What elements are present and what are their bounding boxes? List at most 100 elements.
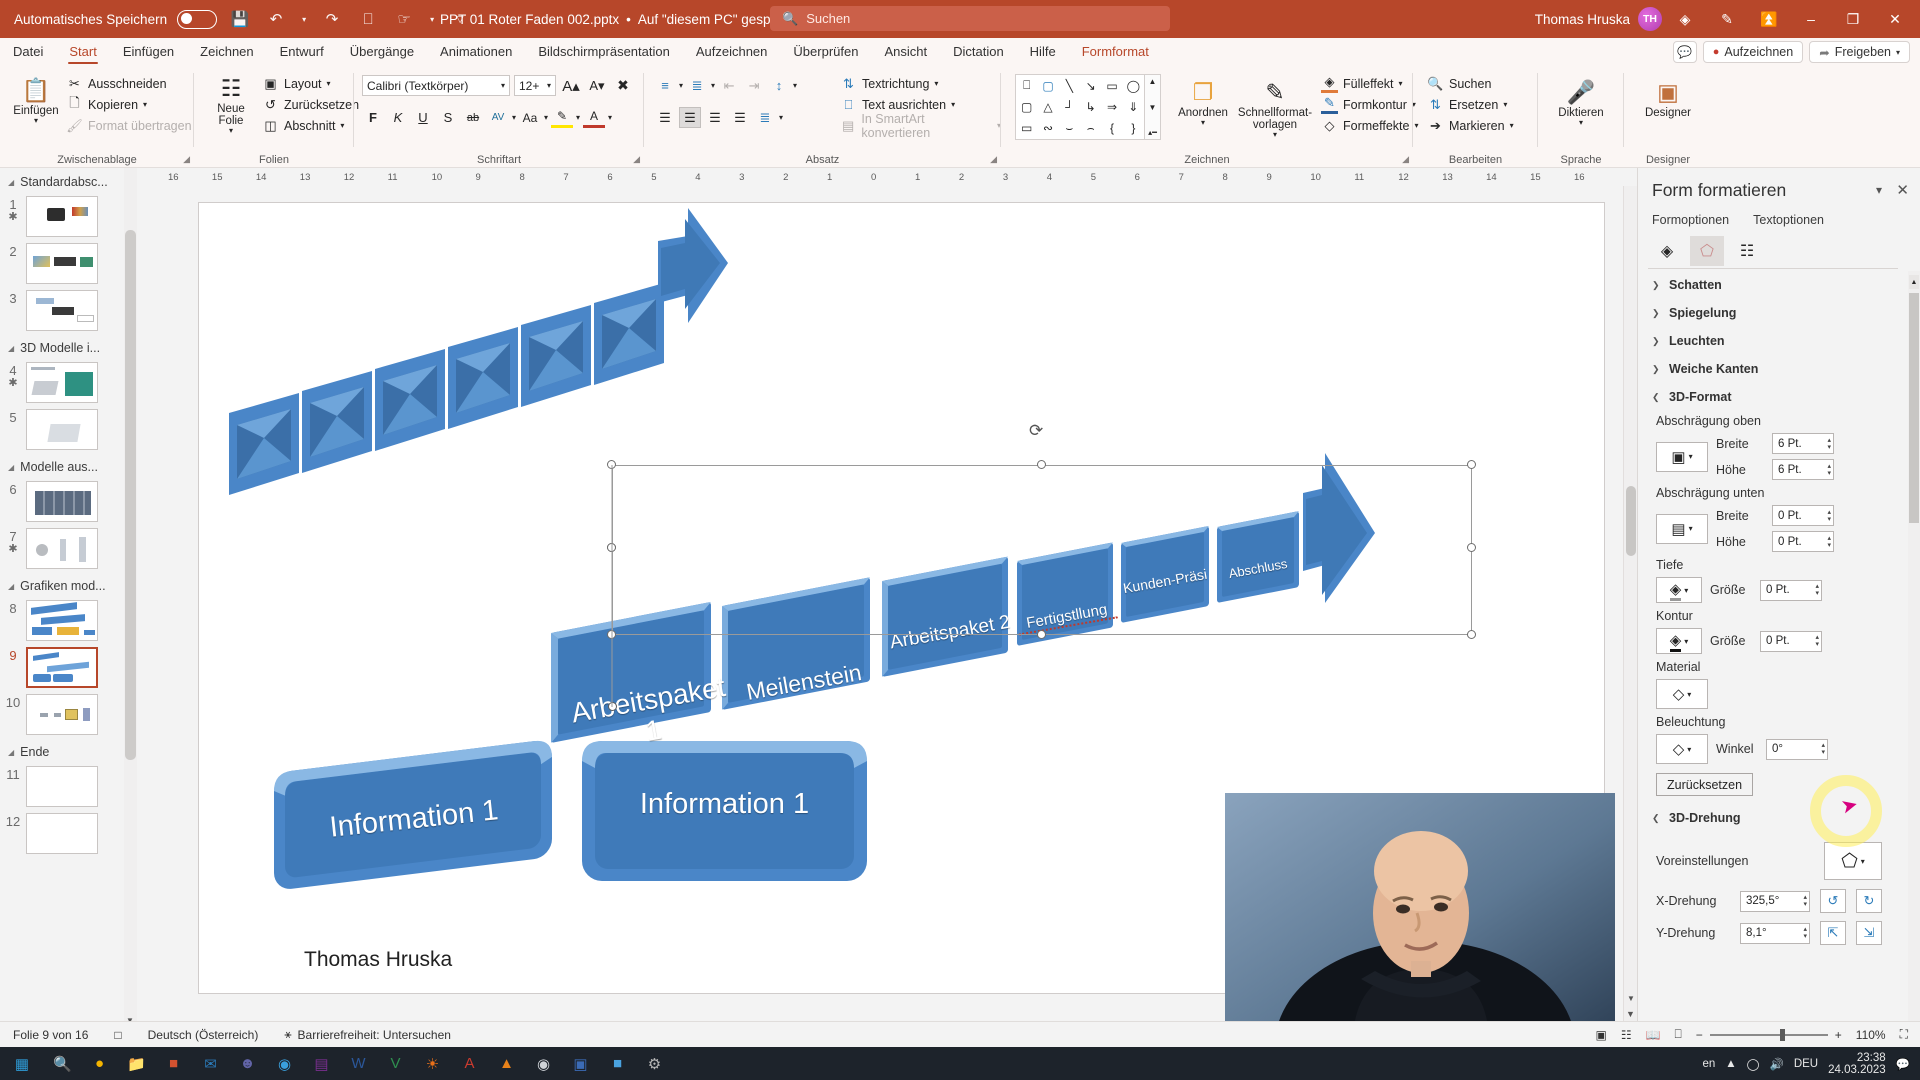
tab-bildschirmpraesentation[interactable]: Bildschirmpräsentation xyxy=(525,41,683,65)
tab-start[interactable]: Start xyxy=(56,41,109,65)
redo-icon[interactable]: ↷ xyxy=(319,6,345,32)
tab-uebergaenge[interactable]: Übergänge xyxy=(337,41,427,65)
columns-button[interactable]: ≣ xyxy=(754,107,776,128)
format-pane-body[interactable]: ❯ Schatten ❯ Spiegelung ❯ Leuchten ❯ Wei… xyxy=(1638,271,1908,1047)
slide-scroll-thumb[interactable] xyxy=(1626,486,1636,556)
slide-thumbnail-pane[interactable]: ◢ Standardabsc... 1 ✱ 2 3 ◢ 3D Modelle i… xyxy=(0,168,137,1047)
recorder-icon[interactable]: ◉ xyxy=(525,1047,562,1080)
shape-outline-button[interactable]: ✎ Formkontur ▾ xyxy=(1321,94,1418,115)
chrome-icon[interactable]: ● xyxy=(81,1047,118,1080)
italic-button[interactable]: K xyxy=(387,107,409,128)
gallery-dropdown-icon[interactable]: ▾ xyxy=(1684,586,1688,595)
save-icon[interactable]: 💾 xyxy=(227,6,253,32)
gallery-dropdown-icon[interactable]: ▾ xyxy=(1687,745,1691,754)
collapse-triangle-icon[interactable]: ◢ xyxy=(8,748,14,757)
teams-icon[interactable]: ☻ xyxy=(229,1047,266,1080)
cut-button[interactable]: ✂ Ausschneiden xyxy=(66,73,192,94)
shape-rounded-rect-icon[interactable]: ▢ xyxy=(1016,96,1037,117)
format-pane-scrollbar[interactable]: ▲ ▼ xyxy=(1908,271,1920,1047)
section-header-standardabschnitt[interactable]: ◢ Standardabsc... xyxy=(0,168,136,193)
font-color-dropdown-icon[interactable]: ▾ xyxy=(608,113,612,122)
restore-button[interactable]: ❐ xyxy=(1834,0,1872,38)
start-presentation-icon[interactable]: ⎕ xyxy=(355,6,381,32)
zoom-in-button[interactable]: + xyxy=(1835,1028,1842,1042)
thumbnail-scroll-thumb[interactable] xyxy=(125,230,136,760)
fill-icon[interactable]: ◈ xyxy=(1650,236,1684,266)
start-icon[interactable]: ▦ xyxy=(0,1047,44,1080)
camtasia-icon[interactable]: V xyxy=(377,1047,414,1080)
tab-einfuegen[interactable]: Einfügen xyxy=(110,41,187,65)
align-right-button[interactable]: ☰ xyxy=(704,107,726,128)
reset-button[interactable]: ↺ Zurücksetzen xyxy=(262,94,359,115)
numbering-button[interactable]: ≣ xyxy=(686,75,708,96)
shape-right-brace-icon[interactable]: } xyxy=(1123,118,1144,139)
quick-styles-dropdown-icon[interactable]: ▾ xyxy=(1273,131,1277,139)
bevel-top-height-spinner[interactable]: 6 Pt. ▴ ▾ xyxy=(1772,459,1834,480)
lighting-angle-spinner[interactable]: 0° ▴ ▾ xyxy=(1766,738,1828,760)
collapse-triangle-icon[interactable]: ◢ xyxy=(8,582,14,591)
thumbnail-slide-10[interactable]: 10 xyxy=(0,691,136,738)
sorter-view-icon[interactable]: ☷ xyxy=(1621,1028,1632,1042)
clear-formatting-icon[interactable]: ✖ xyxy=(612,75,634,96)
tray-input-indicator[interactable]: en xyxy=(1702,1058,1715,1070)
touch-mode-icon[interactable]: ☞ xyxy=(391,6,417,32)
section-3d-format[interactable]: ❮ 3D-Format xyxy=(1638,383,1908,411)
font-family-combobox[interactable]: Calibri (Textkörper) ▾ xyxy=(362,75,510,96)
shape-ellipse-icon[interactable]: ◯ xyxy=(1123,75,1144,96)
shape-elbow-connector-icon[interactable]: ┘ xyxy=(1059,96,1080,117)
thumbnail-slide-6[interactable]: 6 xyxy=(0,478,136,525)
collapse-triangle-icon[interactable]: ◢ xyxy=(8,344,14,353)
strikethrough-button[interactable]: ab xyxy=(462,107,484,128)
bevel-bottom-width-spinner[interactable]: 0 Pt. ▴ ▾ xyxy=(1772,505,1834,526)
shapes-gallery[interactable]: ⎕ ▢ ╲ ↘ ▭ ◯ ▢ △ ┘ ↳ ⇒ ⇓ ▭ ∾ ⌣ ⌢ {} ▲ ▼ … xyxy=(1015,74,1161,140)
bevel-top-gallery[interactable]: ▣ ▾ xyxy=(1656,441,1708,472)
replace-dropdown-icon[interactable]: ▾ xyxy=(1503,100,1507,109)
contour-color-gallery[interactable]: ◈ ▾ xyxy=(1656,628,1702,654)
avatar[interactable]: TH xyxy=(1638,7,1662,31)
obs-icon[interactable]: ▣ xyxy=(562,1047,599,1080)
font-size-combobox[interactable]: 12+ ▾ xyxy=(514,75,556,96)
select-button[interactable]: ➔ Markieren ▾ xyxy=(1427,115,1514,136)
lighting-gallery[interactable]: ◇ ▾ xyxy=(1656,734,1708,764)
close-button[interactable]: ✕ xyxy=(1876,0,1914,38)
tab-ueberpruefen[interactable]: Überprüfen xyxy=(780,41,871,65)
bullets-dropdown-icon[interactable]: ▾ xyxy=(679,81,683,90)
copy-button[interactable]: 🗋 Kopieren ▾ xyxy=(66,94,192,115)
shapes-more-icon[interactable]: ▴━ xyxy=(1148,128,1157,137)
clipboard-dialog-launcher[interactable]: ◢ xyxy=(183,154,190,165)
shadow-button[interactable]: S xyxy=(437,107,459,128)
powerpoint-icon[interactable]: ■ xyxy=(155,1047,192,1080)
x-rotation-spinner[interactable]: 325,5° ▴ ▾ xyxy=(1740,890,1810,912)
gallery-dropdown-icon[interactable]: ▾ xyxy=(1687,690,1691,699)
tab-dictation[interactable]: Dictation xyxy=(940,41,1017,65)
tab-hilfe[interactable]: Hilfe xyxy=(1017,41,1069,65)
thumbnail-slide-8[interactable]: 8 xyxy=(0,597,136,644)
reset-3d-button[interactable]: Zurücksetzen xyxy=(1656,773,1754,796)
word-icon[interactable]: W xyxy=(340,1047,377,1080)
shapes-gallery-scrollbar[interactable]: ▲ ▼ ▴━ xyxy=(1145,74,1161,140)
comments-icon[interactable]: 💬 xyxy=(1672,41,1697,63)
x-rotate-right-button[interactable]: ↻ xyxy=(1856,889,1882,913)
shape-textbox-icon[interactable]: ▢ xyxy=(1037,75,1058,96)
decrease-indent-button[interactable]: ⇤ xyxy=(718,75,740,96)
reading-view-icon[interactable]: 📖 xyxy=(1646,1028,1661,1042)
bevel-bottom-gallery[interactable]: ▤ ▾ xyxy=(1656,513,1708,544)
notification-icon[interactable]: 💬 xyxy=(1896,1057,1910,1071)
pane-options-icon[interactable]: ▾ xyxy=(1876,183,1882,197)
thumbnail-pane-scrollbar[interactable]: ▼ ▼ xyxy=(124,168,137,1047)
contour-size-spinner[interactable]: 0 Pt. ▴ ▾ xyxy=(1760,630,1822,652)
align-left-button[interactable]: ☰ xyxy=(654,107,676,128)
bold-button[interactable]: F xyxy=(362,107,384,128)
numbering-dropdown-icon[interactable]: ▾ xyxy=(711,81,715,90)
change-case-button[interactable]: Aa xyxy=(519,107,541,128)
shape-freeform-icon[interactable]: ▭ xyxy=(1016,118,1037,139)
justify-button[interactable]: ☰ xyxy=(729,107,751,128)
bullets-button[interactable]: ≡ xyxy=(654,75,676,96)
decrease-font-size-icon[interactable]: A▾ xyxy=(586,75,608,96)
tab-datei[interactable]: Datei xyxy=(0,41,56,65)
language-indicator[interactable]: Deutsch (Österreich) xyxy=(135,1028,272,1042)
effects-icon[interactable]: ⬠ xyxy=(1690,236,1724,266)
thumbnail-slide-4[interactable]: 4 ✱ xyxy=(0,359,136,406)
y-rotation-spinner[interactable]: 8,1° ▴ ▾ xyxy=(1740,922,1810,944)
layout-dropdown-icon[interactable]: ▾ xyxy=(327,79,331,88)
